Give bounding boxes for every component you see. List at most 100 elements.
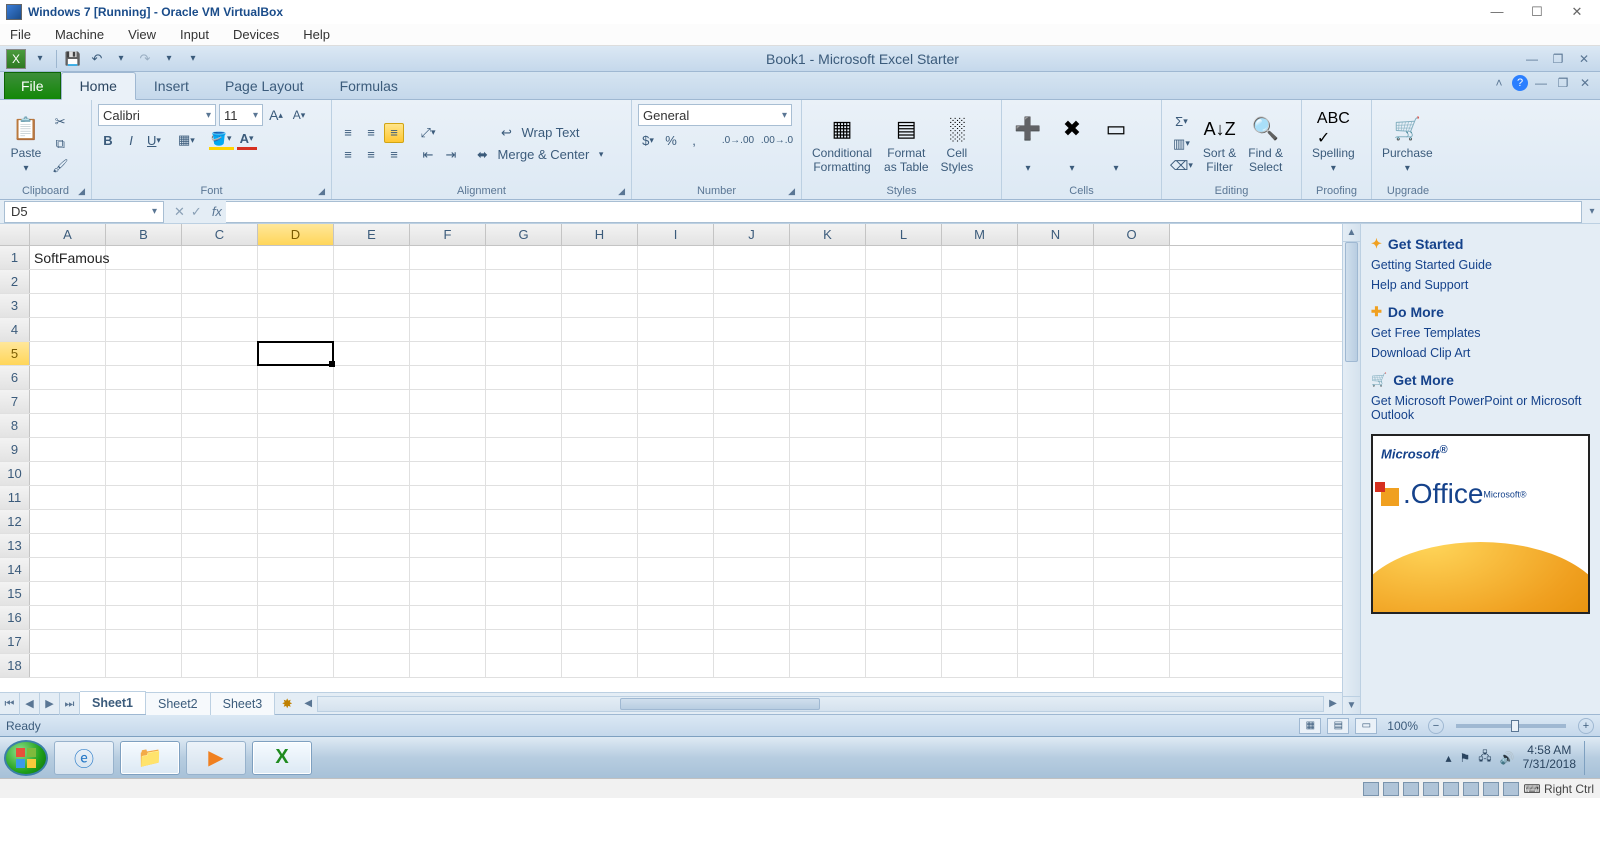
cell-G9[interactable] xyxy=(486,438,562,461)
cell-A18[interactable] xyxy=(30,654,106,677)
fill-color-button[interactable]: 🪣▾ xyxy=(209,130,234,150)
formula-input[interactable] xyxy=(226,201,1582,223)
underline-button[interactable]: U▾ xyxy=(144,130,164,150)
column-header-L[interactable]: L xyxy=(866,224,942,245)
cell-A16[interactable] xyxy=(30,606,106,629)
cell-B4[interactable] xyxy=(106,318,182,341)
ribbon-minimize-icon[interactable]: ˄ xyxy=(1490,74,1508,92)
orientation-icon[interactable]: ⤢▾ xyxy=(418,123,438,143)
close-icon[interactable]: ✕ xyxy=(1564,4,1590,20)
new-sheet-icon[interactable]: ✸ xyxy=(275,696,299,712)
vertical-scrollbar[interactable]: ▲ ▼ xyxy=(1342,224,1360,714)
cell-M11[interactable] xyxy=(942,486,1018,509)
alignment-launcher-icon[interactable]: ◢ xyxy=(618,186,625,197)
undo-icon[interactable]: ↶ xyxy=(87,49,107,69)
cell-J1[interactable] xyxy=(714,246,790,269)
help-support-link[interactable]: Help and Support xyxy=(1371,278,1590,292)
cell-O1[interactable] xyxy=(1094,246,1170,269)
cell-J15[interactable] xyxy=(714,582,790,605)
vb-menu-input[interactable]: Input xyxy=(176,25,213,44)
cell-M5[interactable] xyxy=(942,342,1018,365)
cell-F11[interactable] xyxy=(410,486,486,509)
column-header-N[interactable]: N xyxy=(1018,224,1094,245)
cell-I11[interactable] xyxy=(638,486,714,509)
vb-display-icon[interactable] xyxy=(1463,782,1479,796)
cell-D1[interactable] xyxy=(258,246,334,269)
cell-C18[interactable] xyxy=(182,654,258,677)
row-header-11[interactable]: 11 xyxy=(0,486,30,509)
cell-B9[interactable] xyxy=(106,438,182,461)
cell-E2[interactable] xyxy=(334,270,410,293)
vscroll-down-icon[interactable]: ▼ xyxy=(1343,696,1360,714)
cell-O2[interactable] xyxy=(1094,270,1170,293)
cell-G8[interactable] xyxy=(486,414,562,437)
cell-A14[interactable] xyxy=(30,558,106,581)
column-header-G[interactable]: G xyxy=(486,224,562,245)
cell-H7[interactable] xyxy=(562,390,638,413)
cell-O12[interactable] xyxy=(1094,510,1170,533)
enter-formula-icon[interactable]: ✓ xyxy=(191,204,202,220)
cell-N4[interactable] xyxy=(1018,318,1094,341)
align-bottom-icon[interactable]: ≡ xyxy=(384,123,404,143)
decrease-font-icon[interactable]: A▾ xyxy=(289,105,309,125)
cell-N18[interactable] xyxy=(1018,654,1094,677)
cell-J13[interactable] xyxy=(714,534,790,557)
vb-mouse-icon[interactable] xyxy=(1503,782,1519,796)
cell-E16[interactable] xyxy=(334,606,410,629)
cell-J11[interactable] xyxy=(714,486,790,509)
cell-M18[interactable] xyxy=(942,654,1018,677)
vb-menu-devices[interactable]: Devices xyxy=(229,25,283,44)
qat-dropdown-icon[interactable]: ▾ xyxy=(30,49,50,69)
zoom-slider[interactable] xyxy=(1456,724,1566,728)
download-clipart-link[interactable]: Download Clip Art xyxy=(1371,346,1590,360)
cell-O6[interactable] xyxy=(1094,366,1170,389)
cell-A8[interactable] xyxy=(30,414,106,437)
cell-H4[interactable] xyxy=(562,318,638,341)
format-cells-button[interactable]: ▭▾ xyxy=(1096,111,1136,175)
vb-menu-view[interactable]: View xyxy=(124,25,160,44)
cell-D14[interactable] xyxy=(258,558,334,581)
row-header-7[interactable]: 7 xyxy=(0,390,30,413)
cell-O14[interactable] xyxy=(1094,558,1170,581)
tab-file[interactable]: File xyxy=(4,72,61,99)
insert-cells-button[interactable]: ➕▾ xyxy=(1008,111,1048,175)
cell-B13[interactable] xyxy=(106,534,182,557)
italic-button[interactable]: I xyxy=(121,130,141,150)
cell-J18[interactable] xyxy=(714,654,790,677)
cell-O10[interactable] xyxy=(1094,462,1170,485)
help-icon[interactable]: ? xyxy=(1512,75,1528,91)
cell-C16[interactable] xyxy=(182,606,258,629)
clipboard-launcher-icon[interactable]: ◢ xyxy=(78,186,85,197)
cell-J2[interactable] xyxy=(714,270,790,293)
sheet-nav-last-icon[interactable]: ⏭ xyxy=(60,693,80,715)
border-button[interactable]: ▦▾ xyxy=(176,130,197,150)
cell-N9[interactable] xyxy=(1018,438,1094,461)
cell-L5[interactable] xyxy=(866,342,942,365)
cell-E7[interactable] xyxy=(334,390,410,413)
spreadsheet-grid[interactable]: ABCDEFGHIJKLMNO 1SoftFamous2345678910111… xyxy=(0,224,1342,714)
tab-home[interactable]: Home xyxy=(61,72,136,100)
column-header-O[interactable]: O xyxy=(1094,224,1170,245)
row-header-15[interactable]: 15 xyxy=(0,582,30,605)
column-header-B[interactable]: B xyxy=(106,224,182,245)
cell-A9[interactable] xyxy=(30,438,106,461)
conditional-formatting-button[interactable]: ▦Conditional Formatting xyxy=(808,111,876,175)
cell-M3[interactable] xyxy=(942,294,1018,317)
clear-icon[interactable]: ⌫▾ xyxy=(1168,156,1195,176)
cell-L10[interactable] xyxy=(866,462,942,485)
vb-hdd-icon[interactable] xyxy=(1363,782,1379,796)
font-launcher-icon[interactable]: ◢ xyxy=(318,186,325,197)
cell-G6[interactable] xyxy=(486,366,562,389)
cell-I6[interactable] xyxy=(638,366,714,389)
align-middle-icon[interactable]: ≡ xyxy=(361,123,381,143)
tab-insert[interactable]: Insert xyxy=(136,73,207,99)
cell-I7[interactable] xyxy=(638,390,714,413)
cell-D6[interactable] xyxy=(258,366,334,389)
cell-N16[interactable] xyxy=(1018,606,1094,629)
sheet-nav-prev-icon[interactable]: ◀ xyxy=(20,693,40,715)
taskbar-explorer[interactable]: 📁 xyxy=(120,741,180,775)
sheet-tab-1[interactable]: Sheet1 xyxy=(80,691,146,714)
cell-I5[interactable] xyxy=(638,342,714,365)
cell-G13[interactable] xyxy=(486,534,562,557)
vb-menu-help[interactable]: Help xyxy=(299,25,334,44)
